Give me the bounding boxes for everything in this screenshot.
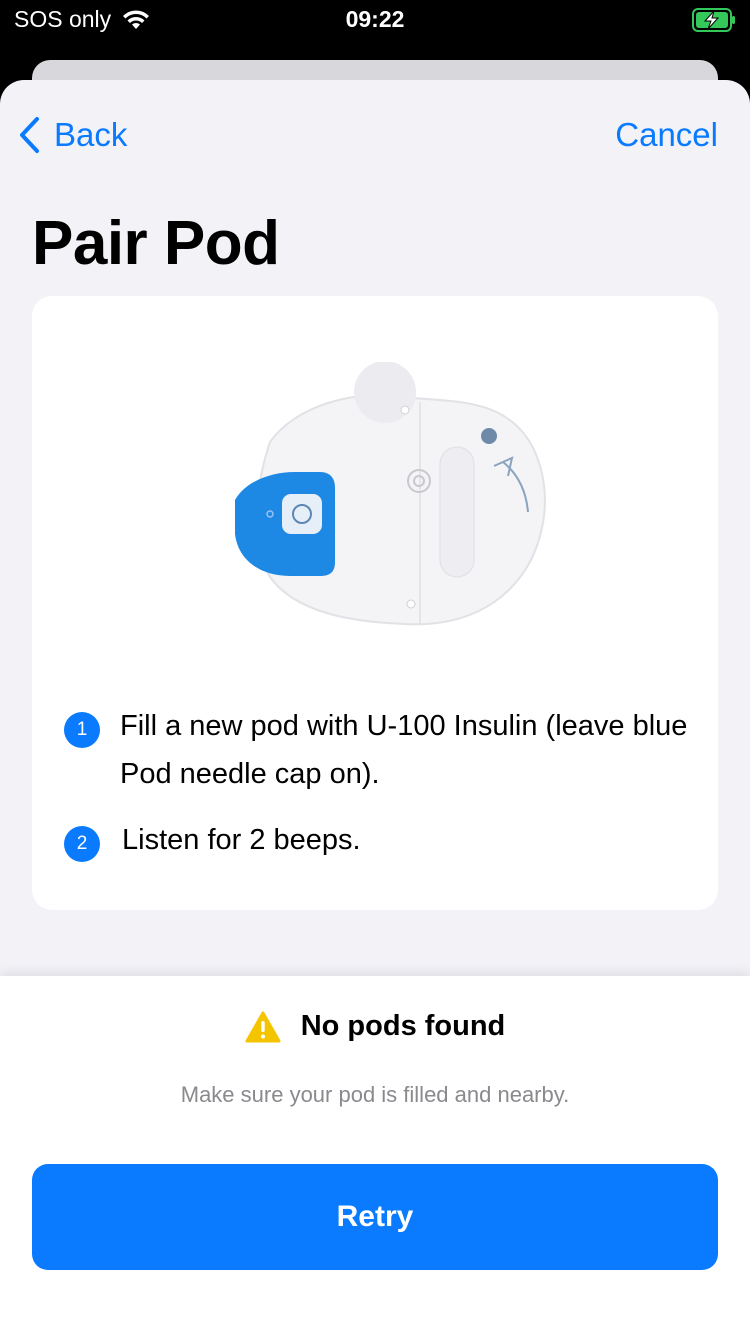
pod-illustration: [235, 362, 546, 626]
step-number-badge: 1: [64, 712, 100, 748]
instructions-card: 1 Fill a new pod with U-100 Insulin (lea…: [32, 296, 718, 910]
battery-charging-icon: [692, 8, 735, 32]
alert-message: Make sure your pod is filled and nearby.: [180, 1082, 570, 1107]
page-title: Pair Pod: [32, 209, 280, 278]
warning-icon: [245, 1011, 281, 1042]
step-2: 2 Listen for 2 beeps.: [64, 816, 702, 864]
alert-title: No pods found: [300, 1010, 506, 1042]
step-text: Listen for 2 beeps.: [122, 824, 361, 856]
status-time: 09:22: [345, 6, 405, 32]
step-number-badge: 2: [64, 826, 100, 862]
pairing-status-panel: No pods found Make sure your pod is fill…: [0, 976, 750, 1334]
step-text: Fill a new pod with U-100 Insulin (leave…: [120, 710, 688, 790]
back-button[interactable]: Back: [18, 116, 127, 154]
chevron-left-icon: [20, 117, 39, 153]
back-label: Back: [54, 116, 128, 153]
status-bar: SOS only 09:22: [0, 0, 750, 40]
alert-header: No pods found: [0, 1010, 750, 1043]
step-1: 1 Fill a new pod with U-100 Insulin (lea…: [64, 702, 700, 798]
cancel-button[interactable]: Cancel: [615, 116, 718, 154]
retry-button[interactable]: Retry: [32, 1164, 718, 1270]
